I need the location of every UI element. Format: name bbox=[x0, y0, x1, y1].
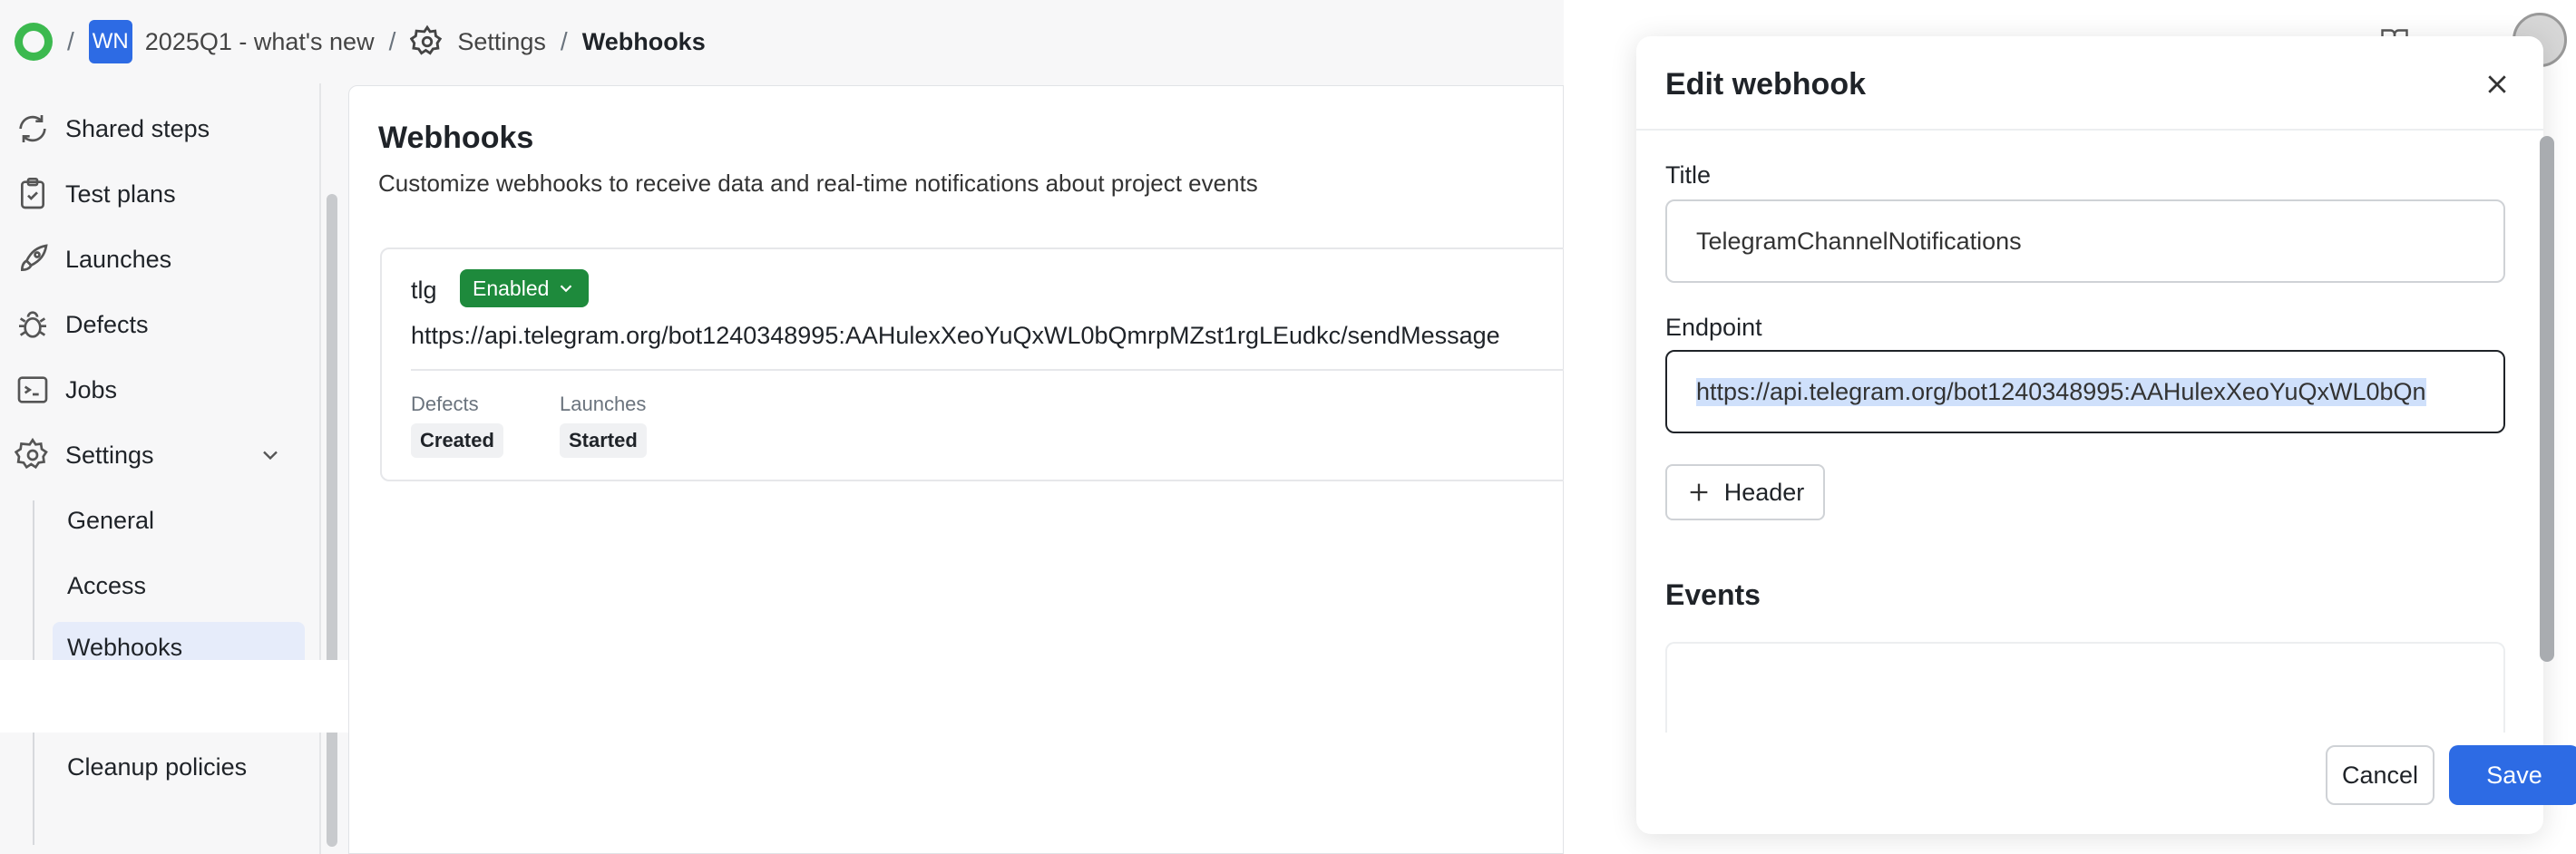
breadcrumb-settings[interactable]: Settings bbox=[457, 28, 546, 56]
sidebar-item-launches[interactable]: Launches bbox=[15, 234, 171, 285]
breadcrumb-separator: / bbox=[388, 27, 396, 55]
shared-steps-icon bbox=[15, 111, 51, 147]
drawer-scrollbar[interactable] bbox=[2540, 136, 2554, 662]
breadcrumb-project[interactable]: 2025Q1 - what's new bbox=[145, 28, 375, 56]
breadcrumb-separator: / bbox=[67, 27, 74, 55]
title-field-label: Title bbox=[1665, 161, 1712, 189]
event-chip: Started bbox=[560, 423, 647, 458]
app-logo[interactable] bbox=[15, 23, 53, 61]
page-title: Webhooks bbox=[378, 121, 534, 155]
endpoint-input-value: https://api.telegram.org/bot1240348995:A… bbox=[1696, 377, 2426, 406]
title-input[interactable]: TelegramChannelNotifications bbox=[1665, 199, 2505, 283]
sidebar-item-label: Launches bbox=[65, 245, 172, 273]
sidebar-item-jobs[interactable]: Jobs bbox=[15, 364, 117, 415]
drawer-header-divider bbox=[1636, 129, 2543, 131]
plus-icon bbox=[1686, 480, 1712, 505]
sidebar-item-label: Shared steps bbox=[65, 114, 210, 142]
gear-icon bbox=[410, 24, 444, 59]
events-list bbox=[1665, 642, 2505, 733]
sidebar-divider bbox=[319, 83, 321, 854]
endpoint-input[interactable]: https://api.telegram.org/bot1240348995:A… bbox=[1665, 350, 2505, 433]
breadcrumb-current: Webhooks bbox=[581, 27, 706, 55]
cancel-button[interactable]: Cancel bbox=[2326, 745, 2435, 805]
title-input-value: TelegramChannelNotifications bbox=[1696, 227, 2022, 255]
sidebar-subitem-access[interactable]: Access bbox=[53, 560, 305, 611]
sidebar-item-settings[interactable]: Settings bbox=[15, 430, 287, 480]
endpoint-field-label: Endpoint bbox=[1665, 314, 1762, 341]
sidebar-item-defects[interactable]: Defects bbox=[15, 299, 149, 350]
main-panel: Webhooks Customize webhooks to receive d… bbox=[348, 85, 1590, 854]
webhook-url: https://api.telegram.org/bot1240348995:A… bbox=[411, 322, 1500, 349]
sidebar-item-label: Test plans bbox=[65, 180, 176, 208]
add-header-button[interactable]: Header bbox=[1665, 464, 1825, 520]
top-bar: / WN 2025Q1 - what's new / Settings / We… bbox=[0, 0, 1560, 83]
save-button[interactable]: Save bbox=[2449, 745, 2576, 805]
page-description: Customize webhooks to receive data and r… bbox=[378, 170, 1258, 197]
sidebar-item-label: Defects bbox=[65, 310, 149, 338]
close-icon[interactable] bbox=[2483, 71, 2511, 98]
chevron-down-icon[interactable] bbox=[258, 442, 283, 468]
sidebar: Shared steps Test plans Launches Defects… bbox=[0, 83, 319, 854]
drawer-title: Edit webhook bbox=[1665, 67, 1866, 102]
event-group-label: Launches bbox=[560, 393, 647, 415]
sidebar-scrollbar[interactable] bbox=[327, 194, 337, 847]
edit-webhook-drawer: Edit webhook Title TelegramChannelNotifi… bbox=[1636, 36, 2543, 834]
status-badge[interactable]: Enabled bbox=[460, 269, 590, 307]
events-section-title: Events bbox=[1665, 578, 1761, 611]
sidebar-subitem-cleanup-policies[interactable]: Cleanup policies bbox=[53, 742, 305, 792]
terminal-icon bbox=[15, 372, 51, 408]
add-header-label: Header bbox=[1723, 478, 1805, 506]
event-group-label: Defects bbox=[411, 393, 479, 415]
sidebar-item-label: Jobs bbox=[65, 375, 118, 403]
chevron-down-icon bbox=[556, 278, 576, 298]
project-avatar[interactable]: WN bbox=[88, 20, 132, 63]
gear-icon bbox=[15, 437, 51, 473]
webhook-card[interactable]: tlg Enabled https://api.telegram.org/bot… bbox=[380, 247, 1590, 481]
sidebar-subitem-general[interactable]: General bbox=[53, 495, 305, 546]
torn-edge-overlay bbox=[0, 660, 348, 733]
breadcrumb-separator: / bbox=[560, 27, 568, 55]
card-divider bbox=[411, 369, 1590, 371]
sidebar-item-shared-steps[interactable]: Shared steps bbox=[15, 103, 210, 154]
sidebar-item-test-plans[interactable]: Test plans bbox=[15, 169, 176, 219]
webhook-name: tlg bbox=[411, 277, 437, 304]
rocket-icon bbox=[15, 241, 51, 277]
bug-icon bbox=[15, 306, 51, 343]
clipboard-icon bbox=[15, 176, 51, 212]
sidebar-item-label: Settings bbox=[65, 441, 154, 469]
event-chip: Created bbox=[411, 423, 503, 458]
status-label: Enabled bbox=[473, 276, 550, 300]
